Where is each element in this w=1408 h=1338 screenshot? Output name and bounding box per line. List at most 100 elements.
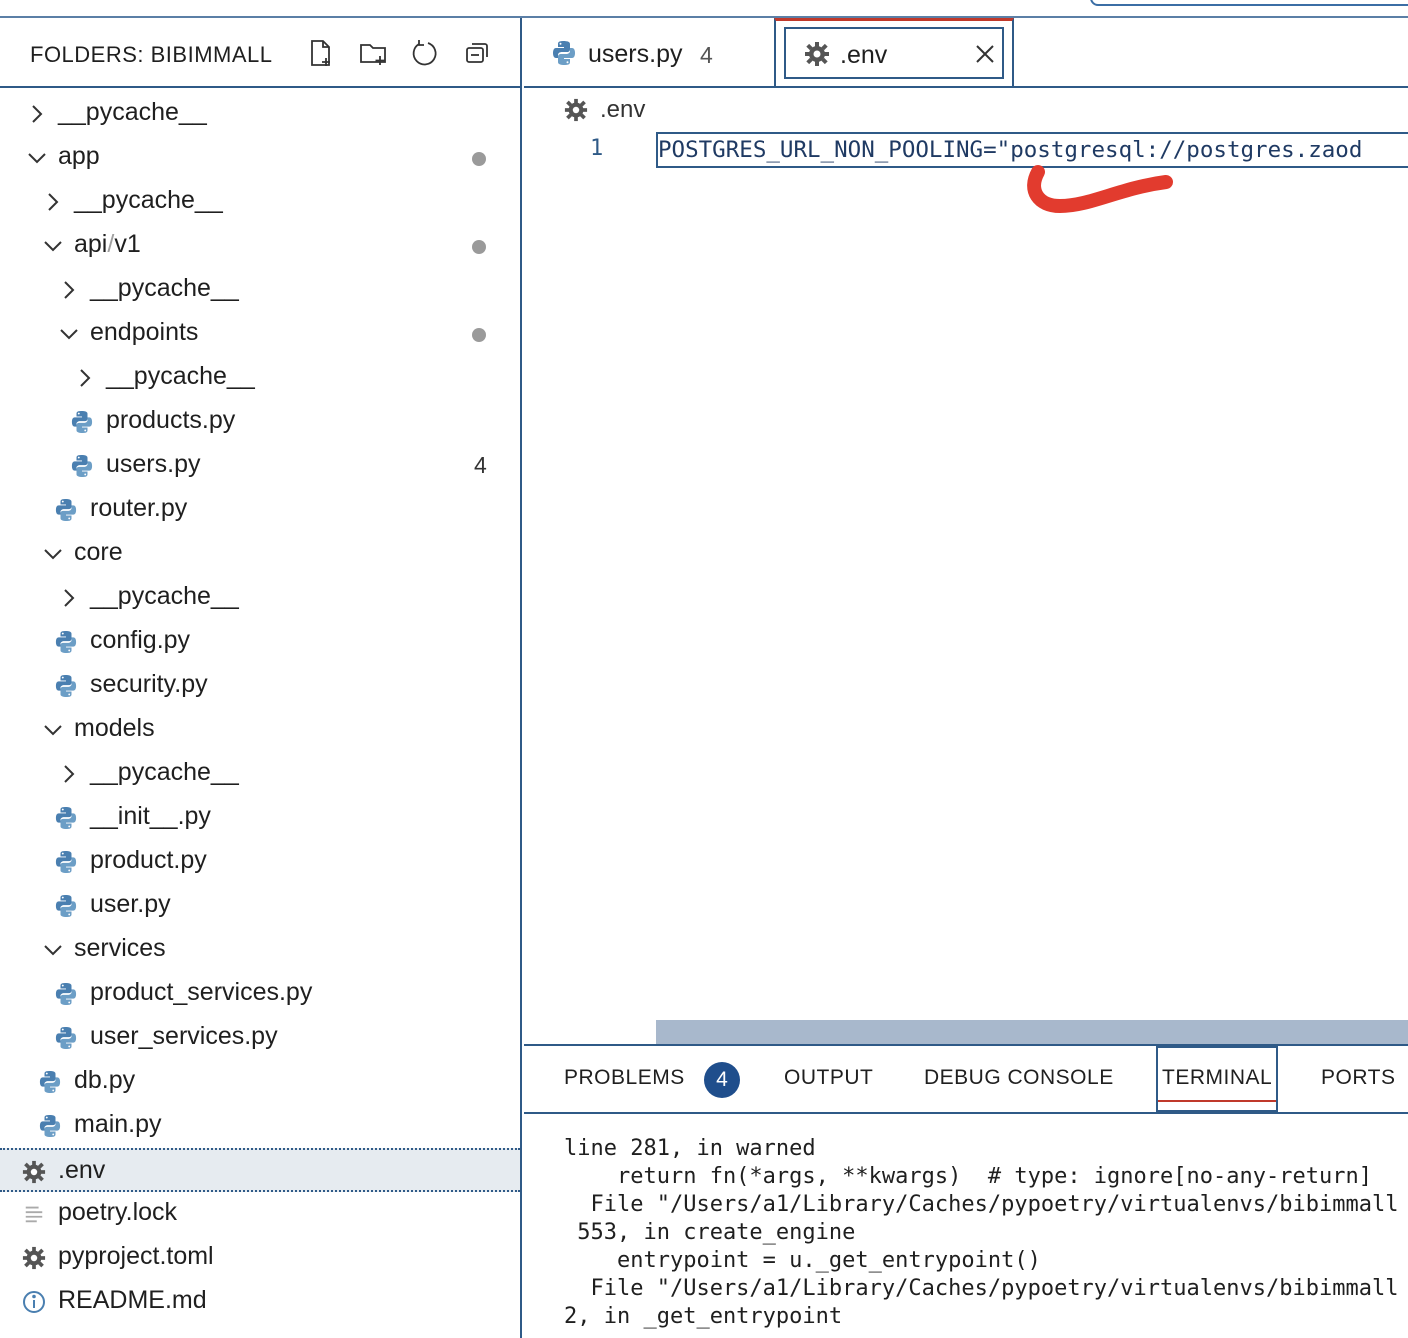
tree-item-label: security.py bbox=[90, 670, 208, 698]
chevron-right-icon[interactable] bbox=[40, 189, 66, 215]
chevron-down-icon[interactable] bbox=[24, 145, 50, 171]
tree-item[interactable]: security.py bbox=[0, 664, 520, 708]
tree-item[interactable]: endpoints bbox=[0, 312, 520, 356]
tree-item[interactable]: __init__.py bbox=[0, 796, 520, 840]
panel-tab-output[interactable]: OUTPUT bbox=[784, 1066, 873, 1090]
terminal-line: 553, in create_engine bbox=[564, 1220, 856, 1245]
tree-item[interactable]: services bbox=[0, 928, 520, 972]
collapse-all-icon[interactable] bbox=[460, 36, 494, 70]
problem-count: 4 bbox=[474, 452, 487, 478]
modified-dot bbox=[472, 328, 486, 342]
tab-env[interactable]: .env bbox=[774, 18, 1014, 86]
tree-item-label: endpoints bbox=[90, 318, 199, 346]
chevron-down-icon[interactable] bbox=[56, 321, 82, 347]
terminal-line: File "/Users/a1/Library/Caches/pypoetry/… bbox=[564, 1276, 1399, 1301]
tree-item-label: db.py bbox=[74, 1066, 136, 1094]
tab-env-label: .env bbox=[840, 41, 888, 69]
tree-item[interactable]: __pycache__ bbox=[0, 180, 520, 224]
explorer-title: FOLDERS: BIBIMMALL bbox=[30, 42, 273, 67]
tree-item[interactable]: poetry.lock bbox=[0, 1192, 520, 1236]
tree-item[interactable]: user.py bbox=[0, 884, 520, 928]
new-folder-icon[interactable] bbox=[356, 36, 390, 70]
tree-item-label: router.py bbox=[90, 494, 188, 522]
terminal-line: File "/Users/a1/Library/Caches/pypoetry/… bbox=[564, 1192, 1399, 1217]
chevron-down-icon[interactable] bbox=[40, 937, 66, 963]
tree-item[interactable]: app bbox=[0, 136, 520, 180]
tree-item[interactable]: product.py bbox=[0, 840, 520, 884]
panel-tab-terminal[interactable]: TERMINAL bbox=[1162, 1066, 1272, 1090]
line-number: 1 bbox=[590, 136, 604, 161]
tree-item-label: __pycache__ bbox=[90, 582, 239, 610]
terminal-line: 2, in _get_entrypoint bbox=[564, 1304, 843, 1329]
tree-item-label: __pycache__ bbox=[90, 274, 239, 302]
tree-item[interactable]: users.py 4 bbox=[0, 444, 520, 488]
chevron-down-icon[interactable] bbox=[40, 233, 66, 259]
panel-tab-ports[interactable]: PORTS bbox=[1321, 1066, 1395, 1090]
tree-item[interactable]: README.md bbox=[0, 1280, 520, 1324]
tree-item[interactable]: pyproject.toml bbox=[0, 1236, 520, 1280]
tab-users-label: users.py bbox=[588, 40, 683, 68]
chevron-right-icon[interactable] bbox=[56, 277, 82, 303]
chevron-right-icon[interactable] bbox=[24, 101, 50, 127]
tree-item[interactable]: user_services.py bbox=[0, 1016, 520, 1060]
explorer-header: FOLDERS: BIBIMMALL bbox=[0, 18, 522, 88]
tree-item-label: services bbox=[74, 934, 166, 962]
tree-item[interactable]: __pycache__ bbox=[0, 576, 520, 620]
tree-item-label: poetry.lock bbox=[58, 1198, 178, 1226]
tree-item[interactable]: core bbox=[0, 532, 520, 576]
chevron-down-icon[interactable] bbox=[40, 717, 66, 743]
tree-item[interactable]: __pycache__ bbox=[0, 356, 520, 400]
tree-item[interactable]: .env bbox=[0, 1148, 520, 1192]
tree-item[interactable]: db.py bbox=[0, 1060, 520, 1104]
tree-item-label: __pycache__ bbox=[74, 186, 223, 214]
tree-item-label: user.py bbox=[90, 890, 171, 918]
modified-dot bbox=[472, 240, 486, 254]
tree-item[interactable]: models bbox=[0, 708, 520, 752]
gear-icon bbox=[564, 98, 588, 122]
terminal-line: line 281, in warned bbox=[564, 1136, 816, 1161]
tree-item[interactable]: api/v1 bbox=[0, 224, 520, 268]
chevron-down-icon[interactable] bbox=[40, 541, 66, 567]
tree-item[interactable]: products.py bbox=[0, 400, 520, 444]
tree-item[interactable]: product_services.py bbox=[0, 972, 520, 1016]
refresh-icon[interactable] bbox=[408, 36, 442, 70]
tree-item[interactable]: __pycache__ bbox=[0, 268, 520, 312]
tree-item-label: api/v1 bbox=[74, 230, 141, 258]
editor-horizontal-scrollbar[interactable] bbox=[656, 1020, 1408, 1044]
python-icon bbox=[38, 1112, 62, 1140]
tree-item[interactable]: config.py bbox=[0, 620, 520, 664]
python-icon bbox=[54, 672, 78, 700]
tab-users-problem-count: 4 bbox=[700, 42, 713, 68]
terminal-line: entrypoint = u._get_entrypoint() bbox=[564, 1248, 1041, 1273]
modified-dot bbox=[472, 152, 486, 166]
tree-item[interactable]: main.py bbox=[0, 1104, 520, 1148]
gear-icon bbox=[22, 1244, 46, 1272]
terminal-output[interactable]: line 281, in warned return fn(*args, **k… bbox=[564, 1136, 1408, 1336]
chevron-right-icon[interactable] bbox=[72, 365, 98, 391]
gear-icon bbox=[804, 41, 830, 67]
search-box-edge[interactable] bbox=[1090, 0, 1408, 6]
panel-tab-problems[interactable]: PROBLEMS bbox=[564, 1066, 685, 1090]
panel-tab-debug-console[interactable]: DEBUG CONSOLE bbox=[924, 1066, 1114, 1090]
gear-icon bbox=[22, 1158, 46, 1186]
tree-item-label: config.py bbox=[90, 626, 191, 654]
close-icon[interactable] bbox=[974, 43, 996, 65]
chevron-right-icon[interactable] bbox=[56, 585, 82, 611]
python-icon bbox=[552, 40, 576, 66]
python-icon bbox=[54, 848, 78, 876]
tree-item-label: user_services.py bbox=[90, 1022, 278, 1050]
tree-item-label: __pycache__ bbox=[90, 758, 239, 786]
chevron-right-icon[interactable] bbox=[56, 761, 82, 787]
panel-tab-bar: PROBLEMS 4 OUTPUT DEBUG CONSOLE TERMINAL… bbox=[524, 1046, 1408, 1114]
python-icon bbox=[54, 496, 78, 524]
new-file-icon[interactable] bbox=[304, 36, 338, 70]
tree-item[interactable]: __pycache__ bbox=[0, 92, 520, 136]
tree-item-label: product_services.py bbox=[90, 978, 313, 1006]
tree-item[interactable]: router.py bbox=[0, 488, 520, 532]
python-icon bbox=[70, 452, 94, 480]
tree-item-label: core bbox=[74, 538, 123, 566]
tab-users-py[interactable]: users.py 4 bbox=[524, 18, 774, 86]
tree-item[interactable]: __pycache__ bbox=[0, 752, 520, 796]
tree-item-label: products.py bbox=[106, 406, 236, 434]
code-editor[interactable]: 1 POSTGRES_URL_NON_POOLING="postgresql:/… bbox=[524, 130, 1408, 1020]
